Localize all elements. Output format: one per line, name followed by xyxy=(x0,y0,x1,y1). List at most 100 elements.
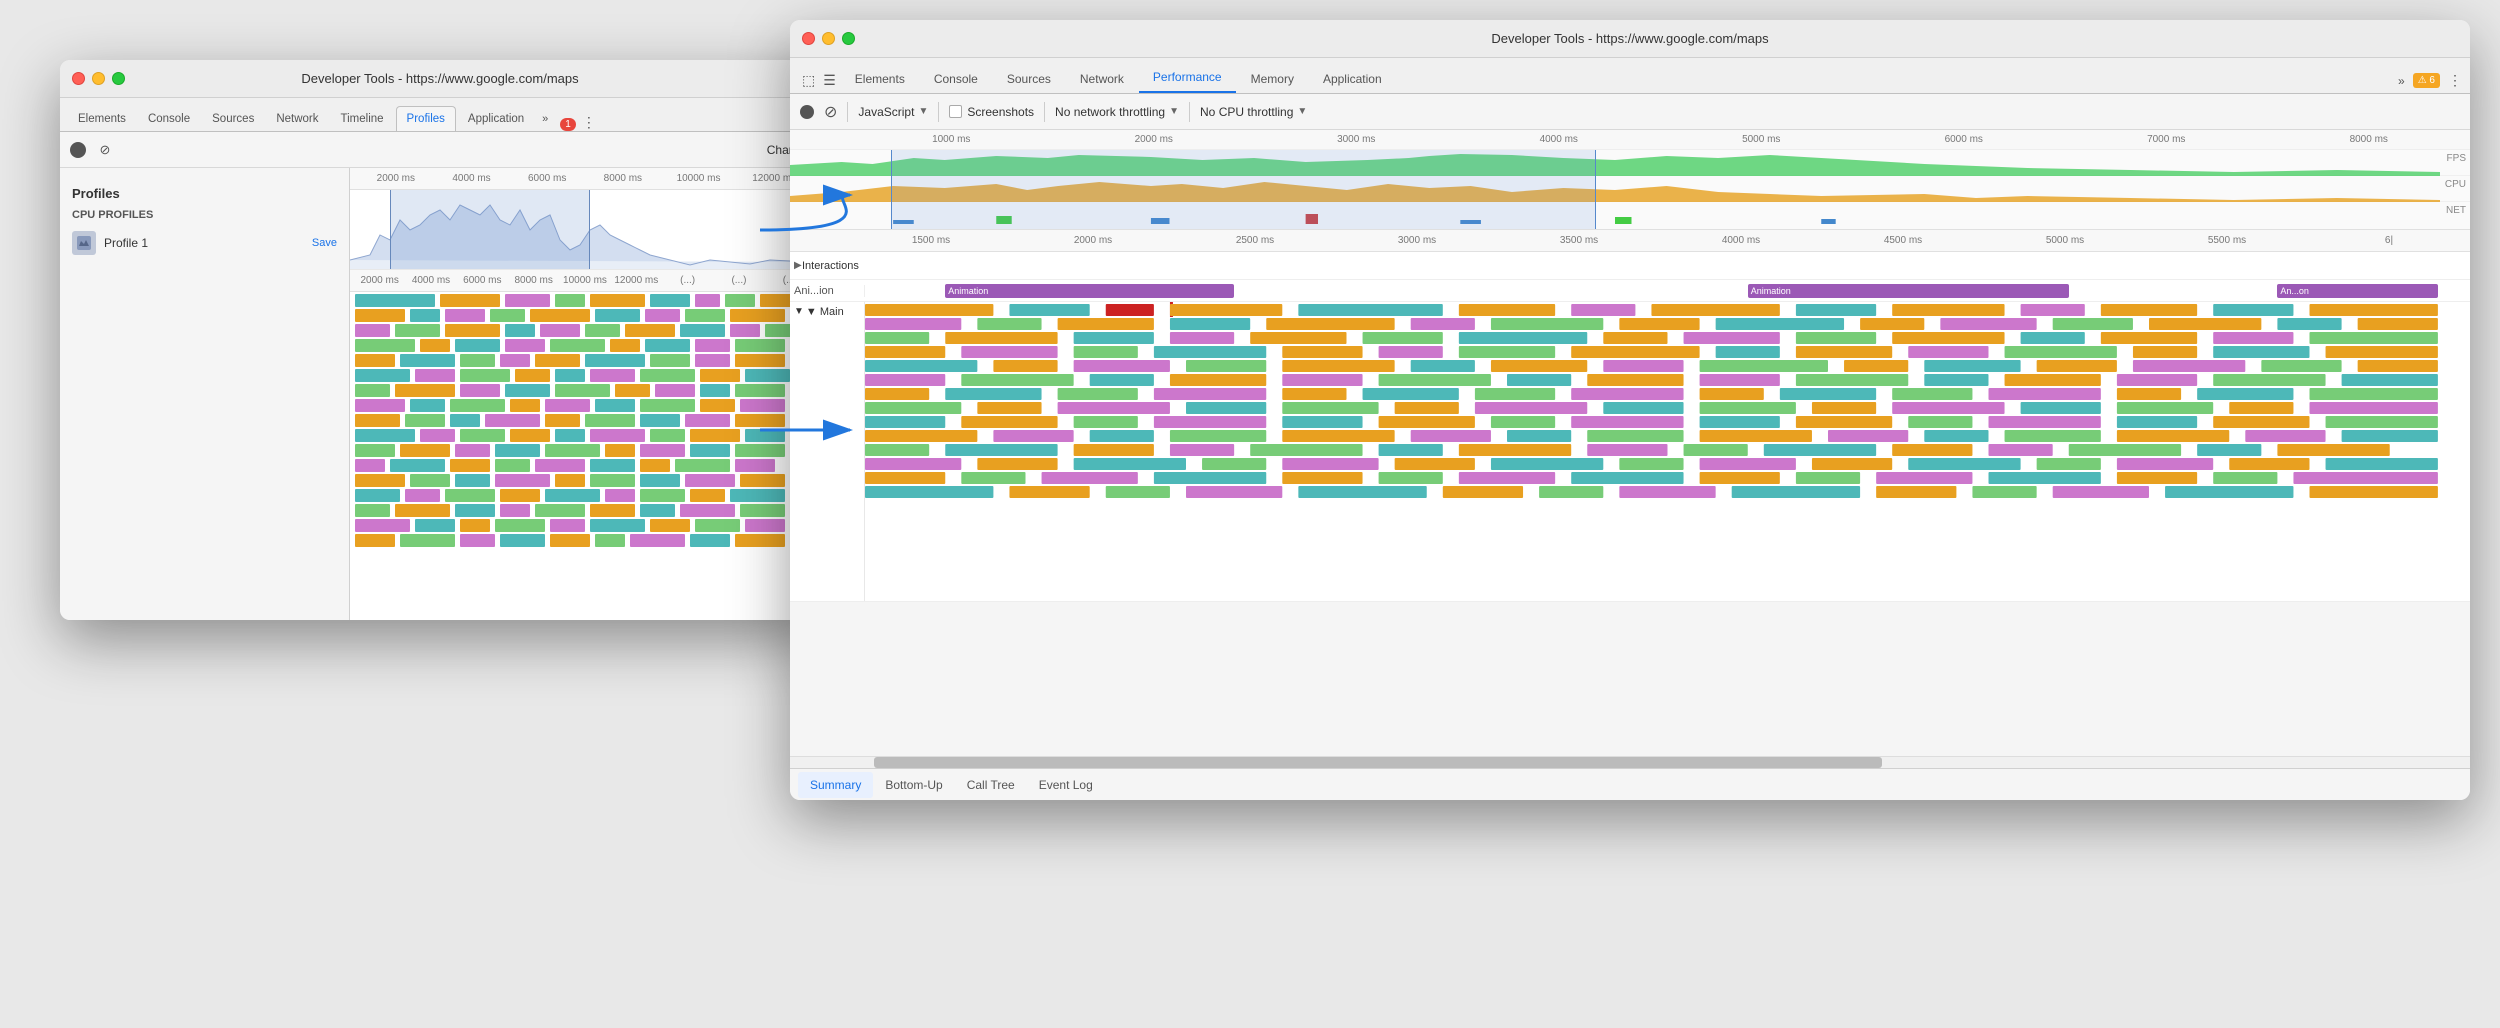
fps-label: FPS xyxy=(2447,153,2466,164)
tab-network-2[interactable]: Network xyxy=(1066,65,1138,93)
anim-bar-3: An...on xyxy=(2277,284,2438,298)
minimize-button-1[interactable] xyxy=(92,72,105,85)
tab-sources-1[interactable]: Sources xyxy=(202,107,264,131)
toolbar-separator-1 xyxy=(847,102,848,122)
performance-window: Developer Tools - https://www.google.com… xyxy=(790,20,2470,800)
bottom-tab-bar: Summary Bottom-Up Call Tree Event Log xyxy=(790,768,2470,800)
flame-ruler-1: 2000 ms 4000 ms 6000 ms 8000 ms 10000 ms… xyxy=(350,270,820,292)
toolbar-separator-4 xyxy=(1189,102,1190,122)
tab-timeline-1[interactable]: Timeline xyxy=(331,107,394,131)
main-thread-content[interactable] xyxy=(865,302,2470,601)
tab-application-1[interactable]: Application xyxy=(458,107,534,131)
overview-chart-1[interactable] xyxy=(350,190,820,270)
tab-profiles-1[interactable]: Profiles xyxy=(396,106,456,131)
interactions-content xyxy=(872,252,2470,279)
profiles-body: Profiles CPU PROFILES Profile 1 Save 200… xyxy=(60,168,820,620)
cpu-dropdown-arrow: ▼ xyxy=(1297,106,1307,117)
tab-event-log[interactable]: Event Log xyxy=(1027,772,1105,798)
tab-end-controls: » ⚠ 6 ⋮ xyxy=(2398,72,2462,93)
menu-icon-1[interactable]: ⋮ xyxy=(582,114,596,131)
overview-area[interactable]: 1000 ms 2000 ms 3000 ms 4000 ms 5000 ms … xyxy=(790,130,2470,230)
error-badge-1: 1 xyxy=(560,118,576,131)
profiles-toolbar: ⊘ Chart ▼ xyxy=(60,132,820,168)
performance-toolbar: ⊘ JavaScript ▼ Screenshots No network th… xyxy=(790,94,2470,130)
inspect-icon[interactable]: ⬚ xyxy=(802,72,815,89)
detail-ruler: 1500 ms 2000 ms 2500 ms 3000 ms 3500 ms … xyxy=(790,230,2470,252)
cpu-throttle-dropdown[interactable]: No CPU throttling ▼ xyxy=(1200,105,1307,119)
clear-button-1[interactable]: ⊘ xyxy=(94,139,116,161)
profile-name-1: Profile 1 xyxy=(104,236,148,250)
tab-sources-2[interactable]: Sources xyxy=(993,65,1065,93)
screenshots-checkbox[interactable] xyxy=(949,105,962,118)
js-dropdown-arrow: ▼ xyxy=(918,106,928,117)
profile-icon-1 xyxy=(72,231,96,255)
tab-bottom-up[interactable]: Bottom-Up xyxy=(873,772,954,798)
overview-ruler-2: 1000 ms 2000 ms 3000 ms 4000 ms 5000 ms … xyxy=(790,130,2470,150)
animation-row-1: Ani...ion Animation Animation An...on xyxy=(790,280,2470,302)
titlebar-2: Developer Tools - https://www.google.com… xyxy=(790,20,2470,58)
main-expand-icon[interactable]: ▼ xyxy=(794,306,804,317)
tab-console-2[interactable]: Console xyxy=(920,65,992,93)
interactions-expand-icon[interactable]: ▶ xyxy=(790,260,802,271)
minimize-button-2[interactable] xyxy=(822,32,835,45)
warning-badge: ⚠ 6 xyxy=(2413,73,2440,88)
tab-network-1[interactable]: Network xyxy=(266,107,328,131)
tab-memory-2[interactable]: Memory xyxy=(1237,65,1308,93)
main-thread-row: ▼ ▼ Main xyxy=(790,302,2470,602)
anim-bar-1: Animation xyxy=(945,284,1234,298)
profiles-window: Developer Tools - https://www.google.com… xyxy=(60,60,820,620)
animation-bars-1: Animation Animation An...on xyxy=(865,280,2470,301)
close-button-1[interactable] xyxy=(72,72,85,85)
tab-bar-2: ⬚ ☰ Elements Console Sources Network Per… xyxy=(790,58,2470,94)
traffic-lights-2 xyxy=(802,32,855,45)
screenshots-checkbox-label[interactable]: Screenshots xyxy=(949,105,1034,119)
main-thread-header: ▼ ▼ Main xyxy=(790,302,865,601)
net-label: NET xyxy=(2446,205,2466,216)
cpu-profile-chart[interactable]: 2000 ms 4000 ms 6000 ms 8000 ms 10000 ms… xyxy=(350,168,820,620)
close-button-2[interactable] xyxy=(802,32,815,45)
tab-performance-2[interactable]: Performance xyxy=(1139,63,1236,93)
cpu-label: CPU xyxy=(2445,179,2466,190)
js-profiling-dropdown[interactable]: JavaScript ▼ xyxy=(858,105,928,119)
tab-summary[interactable]: Summary xyxy=(798,772,873,798)
maximize-button-2[interactable] xyxy=(842,32,855,45)
record-button-1[interactable] xyxy=(70,142,86,158)
cpu-profiles-heading: CPU PROFILES xyxy=(60,205,349,225)
cpu-chart-row: CPU xyxy=(790,176,2470,202)
animation-label-1: Ani...ion xyxy=(790,285,865,297)
tab-console-1[interactable]: Console xyxy=(138,107,200,131)
save-profile-button[interactable]: Save xyxy=(312,237,337,249)
net-chart-row: NET xyxy=(790,202,2470,228)
device-icon[interactable]: ☰ xyxy=(823,72,836,89)
tab-bar-1: Elements Console Sources Network Timelin… xyxy=(60,98,820,132)
toolbar-separator-2 xyxy=(938,102,939,122)
timeline-selection-1[interactable] xyxy=(390,190,590,269)
more-tabs-2[interactable]: » xyxy=(2398,74,2405,88)
interactions-label: Interactions xyxy=(802,260,872,272)
tab-application-2[interactable]: Application xyxy=(1309,65,1396,93)
scrollbar-thumb[interactable] xyxy=(874,757,1882,768)
maximize-button-1[interactable] xyxy=(112,72,125,85)
tab-elements-1[interactable]: Elements xyxy=(68,107,136,131)
window-title-1: Developer Tools - https://www.google.com… xyxy=(301,71,578,86)
timeline-scrollbar[interactable] xyxy=(790,756,2470,768)
flame-chart-rows-1[interactable] xyxy=(350,292,820,592)
titlebar-1: Developer Tools - https://www.google.com… xyxy=(60,60,820,98)
traffic-lights-1 xyxy=(72,72,125,85)
kebab-menu-icon[interactable]: ⋮ xyxy=(2448,72,2462,89)
record-button-2[interactable] xyxy=(800,105,814,119)
network-throttle-dropdown[interactable]: No network throttling ▼ xyxy=(1055,105,1179,119)
tab-call-tree[interactable]: Call Tree xyxy=(955,772,1027,798)
toolbar-separator-3 xyxy=(1044,102,1045,122)
profiles-sidebar: Profiles CPU PROFILES Profile 1 Save xyxy=(60,168,350,620)
overview-ruler-1: 2000 ms 4000 ms 6000 ms 8000 ms 10000 ms… xyxy=(350,168,820,190)
window-title-2: Developer Tools - https://www.google.com… xyxy=(1491,31,1768,46)
clear-recording-button[interactable]: ⊘ xyxy=(824,102,837,122)
tab-elements-2[interactable]: Elements xyxy=(841,65,919,93)
main-label: ▼ Main xyxy=(806,306,844,318)
profile-item-1[interactable]: Profile 1 Save xyxy=(60,225,349,261)
detail-timeline: 1500 ms 2000 ms 2500 ms 3000 ms 3500 ms … xyxy=(790,230,2470,756)
anim-bar-2: Animation xyxy=(1748,284,2069,298)
interactions-row: ▶ Interactions xyxy=(790,252,2470,280)
more-tabs-1[interactable]: » xyxy=(536,107,554,131)
